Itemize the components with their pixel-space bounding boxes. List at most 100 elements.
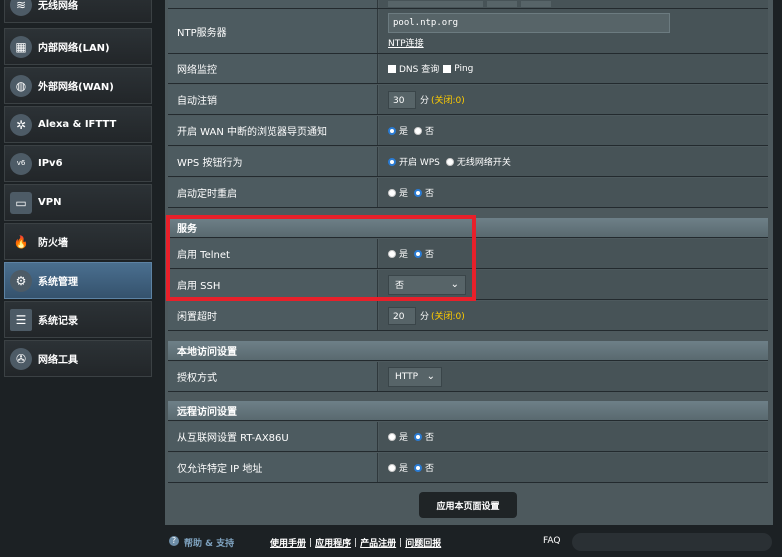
idle-timeout-input[interactable]: 20 [388, 306, 416, 325]
wifi-toggle-label: 无线网络开关 [456, 158, 511, 168]
specific-ip-label: 仅允许特定 IP 地址 [168, 453, 378, 482]
auth-method-value: HTTP [395, 371, 419, 382]
wifi-icon: ≋ [10, 0, 32, 16]
wan-notify-row: 开启 WAN 中断的浏览器导页通知 是 否 [168, 116, 768, 146]
sidebar-item-ipv6[interactable]: v6 IPv6 [4, 145, 152, 182]
network-monitor-label: 网络监控 [168, 54, 378, 83]
wps-enable-radio[interactable] [388, 157, 396, 166]
specific-ip-row: 仅允许特定 IP 地址 是 否 [168, 453, 768, 483]
log-icon: ☰ [10, 308, 32, 331]
manual-link[interactable]: 使用手册 [270, 536, 306, 549]
remote-yes-label: 是 [399, 433, 409, 443]
auto-logout-input[interactable]: 30 [388, 90, 416, 109]
remote-internet-label: 从互联网设置 RT-AX86U [168, 422, 378, 451]
lan-icon: ▦ [10, 35, 32, 58]
local-access-section-header: 本地访问设置 [168, 341, 768, 361]
ntp-server-label: NTP服务器 [168, 9, 378, 53]
gear-icon: ⚙ [10, 269, 32, 292]
wps-button-row: WPS 按钮行为 开启 WPS 无线网络开关 [168, 147, 768, 177]
partial-row [168, 0, 768, 9]
wifi-toggle-radio[interactable] [445, 157, 454, 166]
ipv6-icon: v6 [10, 152, 32, 175]
auto-logout-unit: 分 [420, 96, 430, 106]
wan-notify-no-radio[interactable] [414, 126, 423, 135]
wan-notify-yes-radio[interactable] [388, 126, 396, 135]
separator: | [309, 537, 313, 548]
sidebar-item-label: VPN [38, 197, 62, 208]
wan-notify-yes-label: 是 [399, 127, 409, 137]
specific-ip-yes-radio[interactable] [388, 463, 396, 472]
remote-access-section-header: 远程访问设置 [168, 401, 768, 421]
idle-timeout-row: 闲置超时 20 分 (关闭:0) [168, 301, 768, 331]
auth-method-select[interactable]: HTTP ⌄ [388, 366, 442, 387]
sidebar-item-label: 内部网络(LAN) [38, 43, 110, 54]
faq-label: FAQ [543, 536, 561, 546]
sidebar-item-administration[interactable]: ⚙ 系统管理 [4, 262, 152, 299]
wan-notify-no-label: 否 [425, 127, 435, 137]
remote-yes-radio[interactable] [388, 432, 396, 441]
sidebar-item-network-tools[interactable]: ✇ 网络工具 [4, 340, 152, 377]
separator: | [399, 537, 403, 548]
sidebar-item-firewall[interactable]: 🔥 防火墙 [4, 223, 152, 260]
remote-no-label: 否 [425, 433, 435, 443]
feedback-link[interactable]: 问题回报 [405, 536, 441, 549]
app-link[interactable]: 应用程序 [315, 536, 351, 549]
sidebar-item-label: 外部网络(WAN) [38, 82, 114, 93]
chevron-down-icon: ⌄ [426, 371, 435, 382]
footer: ? 帮助 & 支持 使用手册 | 应用程序 | 产品注册 | 问题回报 FAQ [0, 525, 782, 557]
sidebar-item-lan[interactable]: ▦ 内部网络(LAN) [4, 28, 152, 65]
idle-timeout-label: 闲置超时 [168, 301, 378, 330]
dns-query-label: DNS 查询 [399, 65, 440, 75]
sidebar-item-wireless[interactable]: ≋ 无线网络 [4, 0, 152, 23]
scheduled-reboot-label: 启动定时重启 [168, 178, 378, 207]
separator: | [354, 537, 358, 548]
sidebar-item-system-log[interactable]: ☰ 系统记录 [4, 301, 152, 338]
wps-enable-label: 开启 WPS [399, 158, 440, 168]
sidebar-item-wan[interactable]: ◍ 外部网络(WAN) [4, 67, 152, 104]
wan-notify-label: 开启 WAN 中断的浏览器导页通知 [168, 116, 378, 145]
scheduled-reboot-row: 启动定时重启 是 否 [168, 178, 768, 208]
remote-no-radio[interactable] [414, 432, 423, 441]
vpn-icon: ▭ [10, 191, 32, 214]
idle-timeout-unit: 分 [420, 312, 430, 322]
specific-ip-no-radio[interactable] [414, 463, 423, 472]
sidebar-item-label: Alexa & IFTTT [38, 119, 117, 130]
auth-method-row: 授权方式 HTTP ⌄ [168, 362, 768, 392]
highlight-box [166, 215, 476, 301]
ping-label: Ping [454, 63, 474, 74]
register-link[interactable]: 产品注册 [360, 536, 396, 549]
firewall-icon: 🔥 [13, 234, 29, 249]
idle-timeout-hint: (关闭:0) [431, 312, 465, 322]
apply-button[interactable]: 应用本页面设置 [419, 492, 517, 518]
sidebar-item-label: 系统管理 [38, 277, 78, 288]
help-icon: ? [169, 536, 179, 546]
specific-ip-no-label: 否 [425, 464, 435, 474]
auto-logout-hint: (关闭:0) [431, 96, 465, 106]
auto-logout-label: 自动注销 [168, 85, 378, 114]
ntp-link[interactable]: NTP连接 [388, 36, 424, 49]
network-monitor-row: 网络监控 DNS 查询 Ping [168, 54, 768, 84]
sidebar-item-label: IPv6 [38, 158, 63, 169]
tools-icon: ✇ [10, 347, 32, 370]
remote-internet-row: 从互联网设置 RT-AX86U 是 否 [168, 422, 768, 452]
reboot-yes-radio[interactable] [388, 188, 396, 197]
help-support-link[interactable]: 帮助 & 支持 [184, 536, 234, 549]
reboot-no-radio[interactable] [414, 188, 423, 197]
sidebar-item-label: 无线网络 [38, 1, 78, 12]
sidebar-item-vpn[interactable]: ▭ VPN [4, 184, 152, 221]
auth-method-label: 授权方式 [168, 362, 378, 391]
ntp-server-row: NTP服务器 pool.ntp.org NTP连接 [168, 9, 768, 54]
specific-ip-yes-label: 是 [399, 464, 409, 474]
reboot-yes-label: 是 [399, 189, 409, 199]
wps-button-label: WPS 按钮行为 [168, 147, 378, 176]
ping-checkbox[interactable] [443, 64, 452, 73]
sidebar-item-label: 防火墙 [38, 238, 68, 249]
alexa-icon: ✲ [10, 113, 32, 136]
faq-search-input[interactable] [572, 533, 772, 551]
ntp-server-input[interactable]: pool.ntp.org [388, 13, 670, 33]
sidebar-item-alexa[interactable]: ✲ Alexa & IFTTT [4, 106, 152, 143]
globe-icon: ◍ [10, 74, 32, 97]
dns-query-checkbox[interactable] [388, 64, 396, 73]
sidebar-item-label: 网络工具 [38, 355, 78, 366]
reboot-no-label: 否 [425, 189, 435, 199]
